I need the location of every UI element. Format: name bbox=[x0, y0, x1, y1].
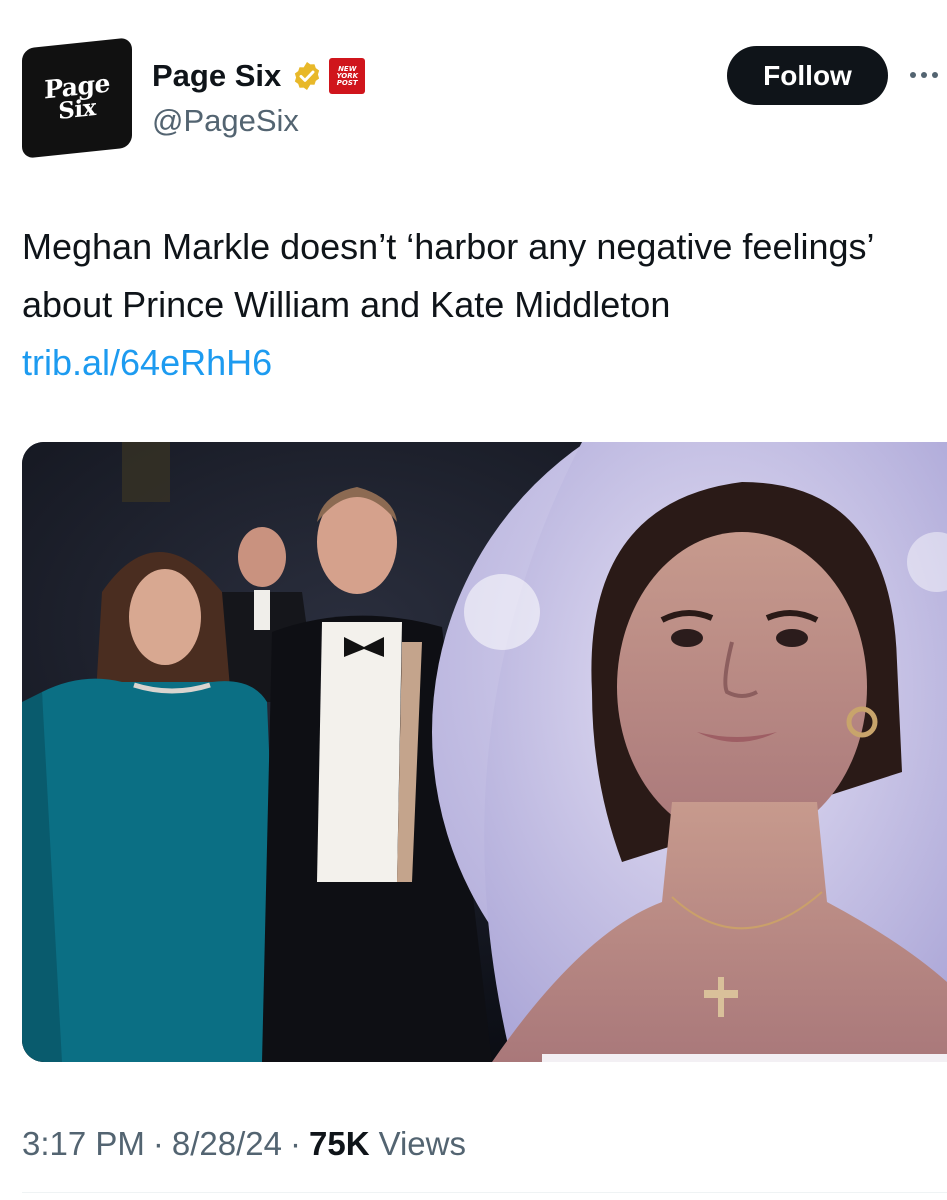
account-handle[interactable]: @PageSix bbox=[152, 103, 299, 139]
page-six-avatar[interactable]: Page Six bbox=[22, 37, 132, 159]
account-name-row: Page Six NEW YORK POST bbox=[152, 56, 366, 96]
tweet-header: Page Six Page Six NEW YORK POST @PageSix… bbox=[0, 0, 947, 170]
views-label[interactable]: Views bbox=[379, 1125, 466, 1163]
account-name[interactable]: Page Six bbox=[152, 58, 281, 94]
tweet-body: Meghan Markle doesn’t ‘harbor any negati… bbox=[22, 226, 874, 325]
photo-collage bbox=[22, 442, 947, 1062]
nyp-line-3: POST bbox=[336, 78, 358, 87]
new-york-post-affiliate-badge[interactable]: NEW YORK POST bbox=[329, 58, 366, 94]
tweet-text: Meghan Markle doesn’t ‘harbor any negati… bbox=[22, 218, 922, 392]
tweet-photo[interactable] bbox=[22, 442, 947, 1062]
views-count[interactable]: 75K bbox=[309, 1125, 370, 1163]
gold-verified-badge-icon[interactable] bbox=[291, 60, 323, 92]
avatar-line-2: Six bbox=[58, 93, 96, 125]
more-dots-icon[interactable] bbox=[910, 60, 947, 90]
tweet-meta: 3:17 PM · 8/28/24 · 75K Views bbox=[22, 1121, 466, 1167]
tweet-link[interactable]: trib.al/64eRhH6 bbox=[22, 342, 272, 383]
meta-separator: · bbox=[290, 1125, 302, 1162]
follow-button[interactable]: Follow bbox=[727, 46, 888, 105]
tweet-date[interactable]: 8/28/24 bbox=[172, 1125, 282, 1163]
meta-separator: · bbox=[152, 1125, 164, 1162]
divider bbox=[22, 1192, 947, 1193]
tweet-time[interactable]: 3:17 PM bbox=[22, 1125, 145, 1163]
